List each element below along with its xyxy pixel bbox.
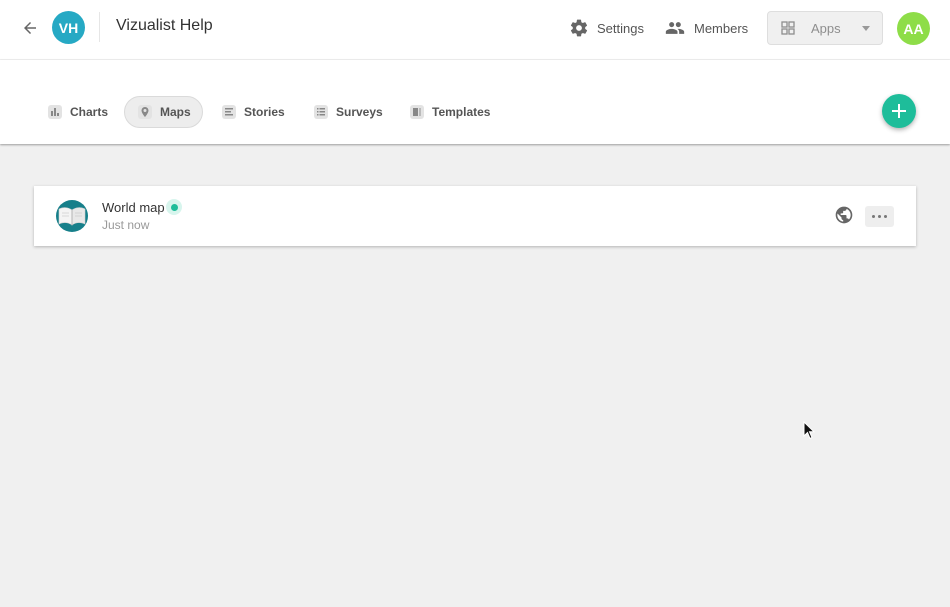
tab-charts[interactable]: Charts: [48, 96, 108, 128]
user-avatar[interactable]: AA: [897, 12, 930, 45]
back-button[interactable]: [18, 16, 42, 40]
workspace-avatar: VH: [52, 11, 85, 44]
tab-label: Templates: [432, 105, 491, 119]
people-icon: [665, 22, 685, 34]
tab-label: Stories: [244, 105, 285, 119]
settings-button[interactable]: Settings: [569, 16, 644, 40]
grid-icon: [781, 21, 795, 35]
tab-surveys[interactable]: Surveys: [314, 96, 383, 128]
content-type-tabs: Charts Maps Stories Surveys Templates: [0, 60, 950, 144]
header-divider: [99, 12, 100, 42]
tab-label: Surveys: [336, 105, 383, 119]
arrow-left-icon: [24, 22, 36, 34]
settings-label: Settings: [597, 20, 644, 36]
document-icon: [222, 105, 236, 119]
gear-icon: [570, 19, 588, 37]
template-icon: [410, 105, 424, 119]
status-indicator: [166, 199, 182, 215]
tab-maps[interactable]: Maps: [124, 96, 203, 128]
tab-templates[interactable]: Templates: [410, 96, 490, 128]
add-new-button[interactable]: [882, 94, 916, 128]
item-timestamp: Just now: [102, 218, 150, 232]
globe-icon: [835, 206, 853, 224]
members-button[interactable]: Members: [664, 16, 748, 40]
list-icon: [314, 105, 328, 119]
open-book-icon: [56, 200, 88, 232]
more-options-button[interactable]: [865, 206, 894, 227]
map-pin-icon: [138, 105, 152, 119]
top-header: VH Vizualist Help Settings Members Apps …: [0, 0, 950, 60]
plus-icon: [892, 104, 906, 118]
list-item[interactable]: World map Just now: [34, 186, 916, 246]
chevron-down-icon: [862, 26, 870, 31]
tab-stories[interactable]: Stories: [222, 96, 285, 128]
workspace-title: Vizualist Help: [116, 17, 213, 34]
bar-chart-icon: [48, 105, 62, 119]
apps-label: Apps: [811, 20, 841, 36]
tab-label: Charts: [70, 105, 109, 119]
apps-dropdown[interactable]: Apps: [767, 11, 883, 45]
more-horizontal-icon: [871, 215, 889, 218]
publish-button[interactable]: [834, 205, 854, 225]
tab-label: Maps: [160, 105, 191, 119]
item-title[interactable]: World map: [102, 200, 165, 215]
members-label: Members: [694, 20, 749, 36]
mouse-cursor-icon: [803, 421, 815, 440]
